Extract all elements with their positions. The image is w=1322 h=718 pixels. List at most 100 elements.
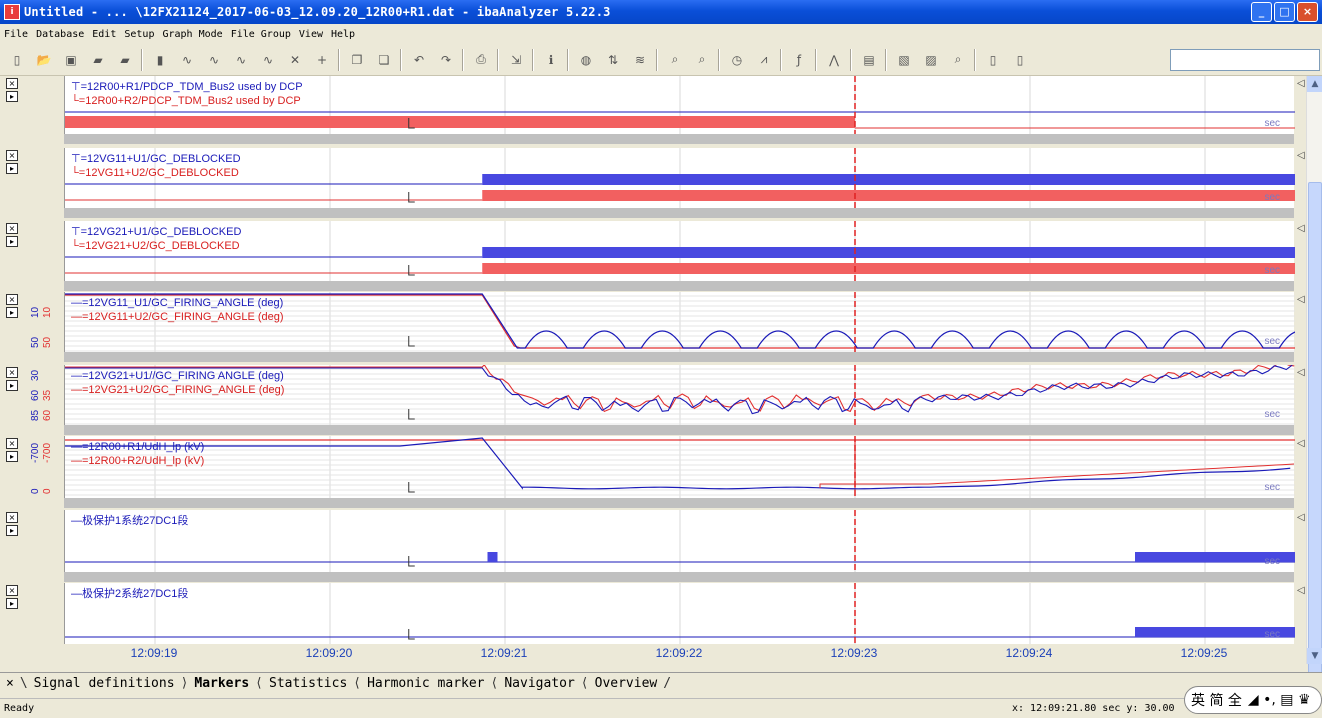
copy-icon[interactable]: ❐ [346, 49, 368, 71]
strip-arrow-icon[interactable]: ◁ [1297, 438, 1305, 449]
strip-separator[interactable] [64, 281, 1294, 291]
new-icon[interactable]: ▯ [6, 49, 28, 71]
close-strip-icon[interactable]: × [6, 585, 18, 596]
expand-strip-icon[interactable]: ▸ [6, 163, 18, 174]
doc2-icon[interactable]: ▯ [1009, 49, 1031, 71]
info-icon[interactable]: ℹ [540, 49, 562, 71]
strip-arrow-icon[interactable]: ◁ [1297, 223, 1305, 234]
curve-icon[interactable]: ⋀ [823, 49, 845, 71]
folder-icon[interactable]: ▰ [114, 49, 136, 71]
zoom-all-icon[interactable]: ⌕ [691, 49, 713, 71]
strip-arrow-icon[interactable]: ◁ [1297, 150, 1305, 161]
signal-strip-3[interactable]: × ▸ ⊤=12VG21+U1/GC_DEBLOCKED └=12VG21+U2/GC… [0, 221, 1306, 293]
signal-plot[interactable]: ⊤=12VG11+U1/GC_DEBLOCKED └=12VG11+U2/GC_D… [64, 148, 1305, 208]
strip-separator[interactable] [64, 134, 1294, 144]
signal-strip-5[interactable]: × ▸ —=12VG21+U1//GC_FIRING ANGLE (deg) —=12… [0, 365, 1306, 437]
strip-separator[interactable] [64, 425, 1294, 435]
signal-plot[interactable]: —极保护2系统27DC1段 sec ◁ [64, 583, 1305, 645]
y-tick-label: 0 [42, 488, 53, 494]
open-folder-icon[interactable]: ▰ [87, 49, 109, 71]
close-strip-icon[interactable]: × [6, 223, 18, 234]
expand-strip-icon[interactable]: ▸ [6, 91, 18, 102]
strip-arrow-icon[interactable]: ◁ [1297, 294, 1305, 305]
tab-markers[interactable]: Markers [188, 676, 255, 691]
signal-plot[interactable]: —=12VG21+U1//GC_FIRING ANGLE (deg) —=12VG… [64, 365, 1305, 425]
close-strip-icon[interactable]: × [6, 78, 18, 89]
menu-help[interactable]: Help [331, 29, 355, 40]
add-icon[interactable]: + [311, 49, 333, 71]
menu-database[interactable]: Database [36, 29, 84, 40]
doc-icon[interactable]: ▯ [982, 49, 1004, 71]
sort-icon[interactable]: ⇅ [602, 49, 624, 71]
strip-arrow-icon[interactable]: ◁ [1297, 367, 1305, 378]
scroll-up-icon[interactable]: ▲ [1307, 76, 1322, 92]
signal-plot[interactable]: —=12VG11_U1/GC_FIRING_ANGLE (deg) —=12VG1… [64, 292, 1305, 352]
expand-strip-icon[interactable]: ▸ [6, 236, 18, 247]
close-button[interactable]: × [1297, 2, 1318, 22]
print-icon[interactable]: ⎙ [470, 49, 492, 71]
strip-separator[interactable] [64, 208, 1294, 218]
tab-navigator[interactable]: Navigator [498, 676, 580, 691]
close-strip-icon[interactable]: × [6, 512, 18, 523]
signal-plot[interactable]: ⊤=12VG21+U1/GC_DEBLOCKED └=12VG21+U2/GC_D… [64, 221, 1305, 281]
save-icon[interactable]: ▣ [60, 49, 82, 71]
undo-icon[interactable]: ↶ [408, 49, 430, 71]
strip-arrow-icon[interactable]: ◁ [1297, 585, 1305, 596]
signal-strip-2[interactable]: × ▸ ⊤=12VG11+U1/GC_DEBLOCKED └=12VG11+U2/GC… [0, 148, 1306, 220]
expand-strip-icon[interactable]: ▸ [6, 598, 18, 609]
menu-file[interactable]: File [4, 29, 28, 40]
color-icon[interactable]: ◍ [575, 49, 597, 71]
export-icon[interactable]: ⇲ [505, 49, 527, 71]
zoom-icon[interactable]: ⌕ [664, 49, 686, 71]
page-setup-icon[interactable]: ▧ [893, 49, 915, 71]
tab-overview[interactable]: Overview [589, 676, 664, 691]
tab-statistics[interactable]: Statistics [263, 676, 353, 691]
strip-arrow-icon[interactable]: ◁ [1297, 78, 1305, 89]
ime-toolbar[interactable]: 英 简 全 ◢ •, ▤ ♛ [1184, 686, 1322, 714]
print-preview-icon[interactable]: ▨ [920, 49, 942, 71]
strip-separator[interactable] [64, 352, 1294, 362]
signal-plot[interactable]: ⊤=12R00+R1/PDCP_TDM_Bus2 used by DCP └=12… [64, 76, 1305, 134]
tab-harmonic-marker[interactable]: Harmonic marker [361, 676, 490, 691]
signal-icon[interactable]: ∿ [230, 49, 252, 71]
delete-icon[interactable]: ✕ [284, 49, 306, 71]
function-icon[interactable]: ƒ [788, 49, 810, 71]
search-icon[interactable]: ⌕ [947, 49, 969, 71]
menu-setup[interactable]: Setup [124, 29, 154, 40]
redo-icon[interactable]: ↷ [435, 49, 457, 71]
paste-icon[interactable]: ❏ [373, 49, 395, 71]
signal-strip-6[interactable]: × ▸ —=12R00+R1/UdH_lp (kV) —=12R00+R2/UdH_l… [0, 436, 1306, 510]
menu-view[interactable]: View [299, 29, 323, 40]
signal-plot[interactable]: —极保护1系统27DC1段 sec ◁ [64, 510, 1305, 572]
toolbar-input[interactable] [1170, 49, 1320, 71]
vertical-scrollbar[interactable]: ▲ ▼ [1306, 76, 1322, 682]
strip-separator[interactable] [64, 498, 1294, 508]
tab-close-icon[interactable]: × [0, 676, 20, 691]
tab-signal-definitions[interactable]: Signal definitions [28, 676, 181, 691]
minimize-button[interactable]: _ [1251, 2, 1272, 22]
strip-arrow-icon[interactable]: ◁ [1297, 512, 1305, 523]
chart-icon[interactable]: ⩘ [753, 49, 775, 71]
page-icon[interactable]: ▮ [149, 49, 171, 71]
menu-graph-mode[interactable]: Graph Mode [162, 29, 222, 40]
menu-edit[interactable]: Edit [92, 29, 116, 40]
signal-legend: —极保护1系统27DC1段 [71, 514, 188, 528]
open-icon[interactable]: 📂 [33, 49, 55, 71]
signal-strip-4[interactable]: × ▸ —=12VG11_U1/GC_FIRING_ANGLE (deg) —=12V… [0, 292, 1306, 364]
fft-icon[interactable]: ≋ [629, 49, 651, 71]
signal-strip-7[interactable]: × ▸ —极保护1系统27DC1段 sec ◁ [0, 510, 1306, 584]
scroll-down-icon[interactable]: ▼ [1307, 648, 1322, 664]
expand-strip-icon[interactable]: ▸ [6, 525, 18, 536]
strip-separator[interactable] [64, 572, 1294, 582]
scroll-thumb[interactable] [1308, 182, 1322, 682]
signal-plot[interactable]: —=12R00+R1/UdH_lp (kV) —=12R00+R2/UdH_lp … [64, 436, 1305, 498]
menu-file-group[interactable]: File Group [231, 29, 291, 40]
clock-icon[interactable]: ◷ [726, 49, 748, 71]
signal-icon[interactable]: ∿ [203, 49, 225, 71]
signal-icon[interactable]: ∿ [176, 49, 198, 71]
signal-icon[interactable]: ∿ [257, 49, 279, 71]
close-strip-icon[interactable]: × [6, 150, 18, 161]
signal-strip-1[interactable]: × ▸ ⊤=12R00+R1/PDCP_TDM_Bus2 used by DCP └=… [0, 76, 1306, 146]
report-icon[interactable]: ▤ [858, 49, 880, 71]
maximize-button[interactable]: □ [1274, 2, 1295, 22]
